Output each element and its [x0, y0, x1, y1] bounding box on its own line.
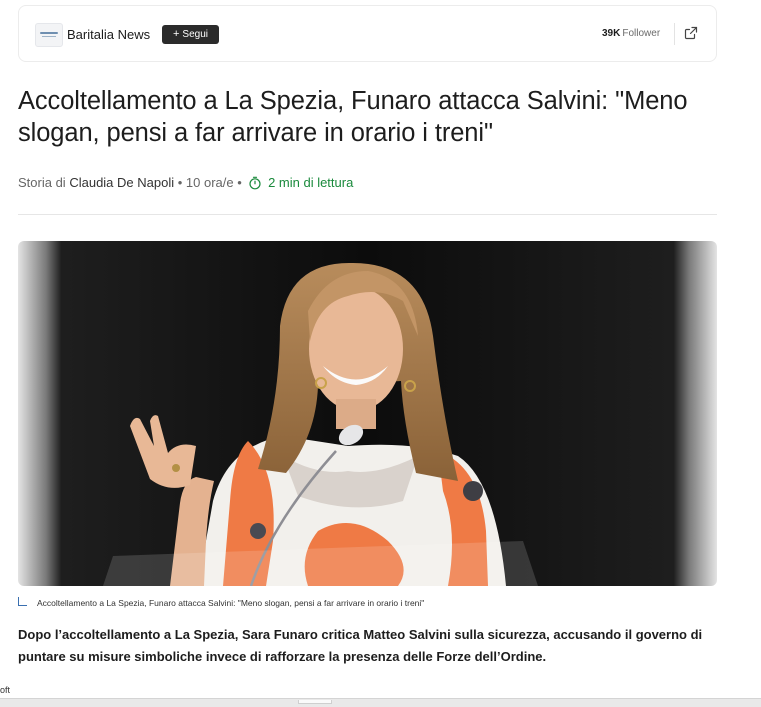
byline-separator: • [177, 175, 183, 190]
publisher-name[interactable]: Baritalia News [67, 27, 150, 42]
publish-time: 10 ora/e [185, 175, 234, 190]
speaker-photo [103, 262, 538, 586]
followers-number: 39K [602, 28, 621, 39]
byline-prefix: Storia di [18, 175, 66, 190]
author-link[interactable]: Claudia De Napoli [69, 175, 174, 190]
footer-partial-text: oft [0, 685, 11, 695]
article-lead: Dopo l’accoltellamento a La Spezia, Sara… [18, 627, 703, 664]
article-hero-image[interactable] [18, 241, 717, 586]
follow-button-label: Segui [182, 29, 208, 40]
publisher-bar: Baritalia News + Segui 39K Follower [18, 5, 717, 62]
followers-label: Follower [622, 28, 661, 39]
byline: Storia di Claudia De Napoli • 10 ora/e •… [18, 175, 353, 190]
external-link-icon[interactable] [684, 26, 698, 40]
scroll-tab[interactable] [298, 700, 332, 704]
follow-button[interactable]: + Segui [162, 25, 219, 44]
publisher-logo[interactable] [35, 23, 63, 47]
divider [674, 23, 675, 45]
timer-icon [249, 176, 262, 190]
byline-separator: • [237, 175, 242, 190]
image-caption: Accoltellamento a La Spezia, Funaro atta… [37, 598, 425, 608]
followers-count: 39K Follower [602, 28, 660, 39]
read-time: 2 min di lettura [268, 175, 354, 190]
divider [18, 214, 717, 215]
caption-marker [18, 597, 27, 606]
article-title: Accoltellamento a La Spezia, Funaro atta… [18, 87, 688, 147]
plus-icon: + [172, 28, 180, 40]
